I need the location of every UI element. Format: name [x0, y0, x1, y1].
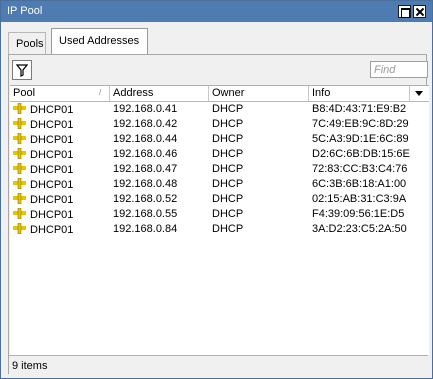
- table-row[interactable]: DHCP01 192.168.0.47 DHCP 72:83:CC:B3:C4:76: [10, 162, 429, 177]
- cell-address: 192.168.0.48: [113, 178, 178, 190]
- cell-address: 192.168.0.84: [113, 223, 178, 235]
- sort-indicator-icon: /: [99, 88, 102, 97]
- cell-info: 5C:A3:9D:1E:6C:89: [312, 133, 409, 145]
- column-menu-button[interactable]: [410, 86, 429, 101]
- cell-owner: DHCP: [212, 193, 244, 205]
- ip-pool-icon: [13, 208, 26, 219]
- ip-pool-icon: [13, 148, 26, 159]
- used-addresses-panel: Find Pool / Address Owner Info DHCP01 192…: [8, 54, 429, 374]
- pool-name: DHCP01: [30, 119, 74, 131]
- cell-info: 6C:3B:6B:18:A1:00: [312, 178, 407, 190]
- cell-address: 192.168.0.44: [113, 133, 178, 145]
- ip-pool-window: IP Pool Pools Used Addresses Find Pool /…: [0, 0, 433, 379]
- filter-button[interactable]: [12, 60, 32, 80]
- tab-pools[interactable]: Pools: [8, 32, 46, 54]
- cell-pool: DHCP01: [10, 207, 110, 222]
- status-bar: 9 items: [9, 355, 428, 374]
- table-row[interactable]: DHCP01 192.168.0.52 DHCP 02:15:AB:31:C3:9A: [10, 192, 429, 207]
- item-count: 9 items: [12, 360, 48, 372]
- cell-address: 192.168.0.41: [113, 103, 178, 115]
- tab-used-addresses[interactable]: Used Addresses: [51, 28, 148, 54]
- pool-name: DHCP01: [30, 194, 74, 206]
- column-header-info[interactable]: Info: [309, 86, 410, 101]
- cell-owner: DHCP: [212, 208, 244, 220]
- pool-name: DHCP01: [30, 134, 74, 146]
- cell-pool: DHCP01: [10, 222, 110, 237]
- cell-pool: DHCP01: [10, 177, 110, 192]
- column-header-pool[interactable]: Pool /: [10, 86, 110, 101]
- pool-name: DHCP01: [30, 179, 74, 191]
- close-button[interactable]: [413, 5, 426, 18]
- table-row[interactable]: DHCP01 192.168.0.84 DHCP 3A:D2:23:C5:2A:50: [10, 222, 429, 237]
- filter-icon: [16, 64, 28, 77]
- title-bar[interactable]: IP Pool: [1, 1, 432, 22]
- pool-name: DHCP01: [30, 149, 74, 161]
- cell-pool: DHCP01: [10, 117, 110, 132]
- cell-info: 3A:D2:23:C5:2A:50: [312, 223, 407, 235]
- table-header: Pool / Address Owner Info: [10, 86, 429, 102]
- table-row[interactable]: DHCP01 192.168.0.42 DHCP 7C:49:EB:9C:8D:29: [10, 117, 429, 132]
- cell-owner: DHCP: [212, 118, 244, 130]
- pool-name: DHCP01: [30, 164, 74, 176]
- cell-address: 192.168.0.52: [113, 193, 178, 205]
- cell-info: 7C:49:EB:9C:8D:29: [312, 118, 409, 130]
- column-header-address[interactable]: Address: [110, 86, 209, 101]
- ip-pool-icon: [13, 118, 26, 129]
- cell-pool: DHCP01: [10, 192, 110, 207]
- cell-address: 192.168.0.42: [113, 118, 178, 130]
- ip-pool-icon: [13, 178, 26, 189]
- cell-address: 192.168.0.47: [113, 163, 178, 175]
- restore-button[interactable]: [398, 5, 411, 18]
- column-header-owner[interactable]: Owner: [209, 86, 309, 101]
- table-row[interactable]: DHCP01 192.168.0.55 DHCP F4:39:09:56:1E:D5: [10, 207, 429, 222]
- ip-pool-icon: [13, 163, 26, 174]
- cell-owner: DHCP: [212, 223, 244, 235]
- cell-info: F4:39:09:56:1E:D5: [312, 208, 405, 220]
- cell-owner: DHCP: [212, 163, 244, 175]
- ip-pool-icon: [13, 223, 26, 234]
- pool-name: DHCP01: [30, 104, 74, 116]
- window-title: IP Pool: [7, 5, 43, 17]
- cell-info: 02:15:AB:31:C3:9A: [312, 193, 407, 205]
- chevron-down-icon: [415, 91, 423, 96]
- table-body: DHCP01 192.168.0.41 DHCP B8:4D:43:71:E9:B2 D…: [10, 102, 429, 237]
- column-header-pool-label: Pool: [13, 87, 36, 99]
- cell-owner: DHCP: [212, 133, 244, 145]
- cell-owner: DHCP: [212, 148, 244, 160]
- cell-info: B8:4D:43:71:E9:B2: [312, 103, 407, 115]
- ip-pool-icon: [13, 133, 26, 144]
- cell-owner: DHCP: [212, 103, 244, 115]
- cell-info: D2:6C:6B:DB:15:6E: [312, 148, 410, 160]
- ip-pool-icon: [13, 103, 26, 114]
- cell-address: 192.168.0.46: [113, 148, 178, 160]
- cell-pool: DHCP01: [10, 102, 110, 117]
- cell-owner: DHCP: [212, 178, 244, 190]
- find-input[interactable]: Find: [370, 61, 428, 78]
- cell-info: 72:83:CC:B3:C4:76: [312, 163, 408, 175]
- pool-name: DHCP01: [30, 224, 74, 236]
- table-row[interactable]: DHCP01 192.168.0.48 DHCP 6C:3B:6B:18:A1:00: [10, 177, 429, 192]
- cell-pool: DHCP01: [10, 147, 110, 162]
- cell-address: 192.168.0.55: [113, 208, 178, 220]
- pool-name: DHCP01: [30, 209, 74, 221]
- table-row[interactable]: DHCP01 192.168.0.44 DHCP 5C:A3:9D:1E:6C:89: [10, 132, 429, 147]
- table-row[interactable]: DHCP01 192.168.0.41 DHCP B8:4D:43:71:E9:B2: [10, 102, 429, 117]
- ip-pool-icon: [13, 193, 26, 204]
- addresses-table: Pool / Address Owner Info DHCP01 192.168.…: [10, 85, 429, 355]
- cell-pool: DHCP01: [10, 162, 110, 177]
- cell-pool: DHCP01: [10, 132, 110, 147]
- table-row[interactable]: DHCP01 192.168.0.46 DHCP D2:6C:6B:DB:15:6E: [10, 147, 429, 162]
